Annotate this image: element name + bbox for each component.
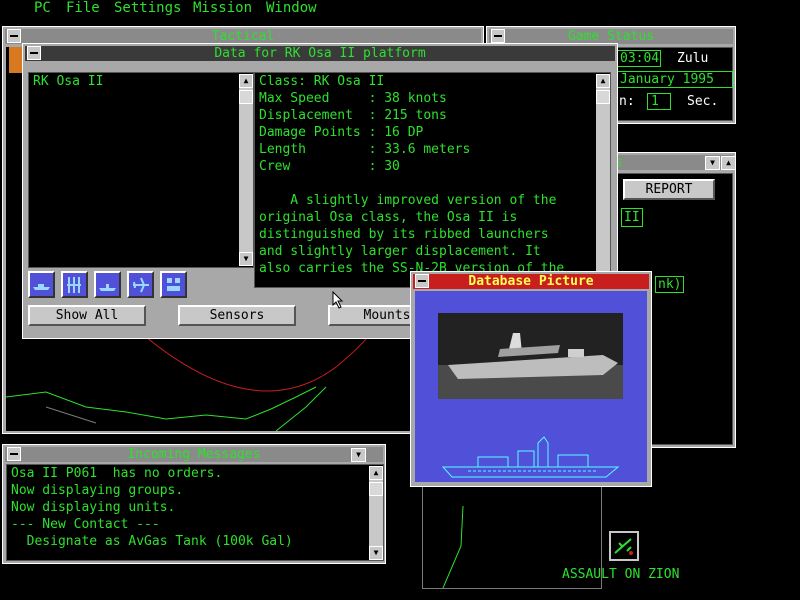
facility-icon[interactable] <box>160 271 187 298</box>
messages-scrollbar[interactable]: ▲ ▼ <box>369 466 383 560</box>
show-all-button[interactable]: Show All <box>28 305 146 326</box>
compression-label: n: <box>619 94 635 109</box>
report-button[interactable]: REPORT <box>623 179 715 200</box>
ship-photo <box>438 313 623 399</box>
menu-file[interactable]: File <box>66 0 100 17</box>
surface-ship-icon[interactable] <box>28 271 55 298</box>
database-picture-window: Database Picture <box>410 271 652 487</box>
messages-list: Osa II P061 has no orders. Now displayin… <box>11 465 293 550</box>
aircraft-icon[interactable] <box>127 271 154 298</box>
picture-panel <box>415 291 647 482</box>
menu-pc[interactable]: PC <box>34 0 51 17</box>
detail-length: Length : 33.6 meters <box>259 142 471 157</box>
incoming-messages-title: Incoming Messages <box>5 447 383 462</box>
unit-status-maximize-icon[interactable]: ▲ <box>721 156 736 170</box>
scroll-thumb[interactable] <box>369 482 383 496</box>
description-line: distinguished by its ribbed launchers <box>259 227 549 242</box>
compression-unit: Sec. <box>687 94 719 109</box>
detail-crew: Crew : 30 <box>259 159 400 174</box>
unit-status-line-2: nk) <box>655 276 685 293</box>
unit-status-line-1: II <box>621 208 643 227</box>
detail-max-speed: Max Speed : 38 knots <box>259 91 447 106</box>
messages-dropdown-icon[interactable]: ▼ <box>351 448 366 462</box>
ship-silhouette-drawing <box>441 436 620 478</box>
platform-list-scrollbar[interactable]: ▲ ▼ <box>239 74 253 266</box>
detail-damage-points: Damage Points : 16 DP <box>259 125 424 140</box>
mouse-cursor-icon <box>332 291 344 309</box>
ship-silhouette <box>438 431 623 481</box>
detail-spacer <box>259 175 593 192</box>
platform-list-item[interactable]: RK Osa II <box>33 73 103 90</box>
messages-system-button[interactable] <box>7 447 21 461</box>
message-line: Now displaying groups. <box>11 483 184 498</box>
platform-details-pane: Class: RK Osa II Max Speed : 38 knots Di… <box>254 72 611 288</box>
game-status-title: Game Status <box>489 29 733 44</box>
sensors-button[interactable]: Sensors <box>178 305 296 326</box>
mission-title: ASSAULT ON ZION <box>562 567 680 582</box>
mission-icon[interactable] <box>609 531 639 561</box>
mission-icon-drawing <box>614 538 633 555</box>
description-line: original Osa class, the Osa II is <box>259 210 518 225</box>
description-line: A slightly improved version of the <box>259 193 557 208</box>
tactical-system-button[interactable] <box>7 29 21 43</box>
platform-data-title: Data for RK Osa II platform <box>25 46 615 61</box>
scroll-thumb[interactable] <box>239 90 253 104</box>
platform-details-scrollbar[interactable]: ▲ ▼ <box>596 74 610 286</box>
weapons-icon[interactable] <box>61 271 88 298</box>
menu-mission[interactable]: Mission <box>193 0 252 17</box>
scroll-thumb[interactable] <box>596 90 610 104</box>
database-picture-title: Database Picture <box>413 274 649 289</box>
scroll-up-icon[interactable]: ▲ <box>596 74 610 88</box>
platform-list-pane: RK Osa II ▲ ▼ <box>28 72 254 268</box>
menu-settings[interactable]: Settings <box>114 0 181 17</box>
message-line: Osa II P061 has no orders. <box>11 466 223 481</box>
scroll-down-icon[interactable]: ▼ <box>239 252 253 266</box>
game-time: 03:04 <box>617 50 661 67</box>
ship-photo-drawing <box>438 313 623 399</box>
time-zone: Zulu <box>677 51 709 66</box>
scroll-down-icon[interactable]: ▼ <box>369 546 383 560</box>
message-line: Now displaying units. <box>11 500 176 515</box>
scroll-up-icon[interactable]: ▲ <box>369 466 383 480</box>
platform-details-text: Class: RK Osa II Max Speed : 38 knots Di… <box>259 73 593 287</box>
submarine-icon[interactable] <box>94 271 121 298</box>
unit-marker-icon[interactable] <box>9 47 23 73</box>
menu-bar: PC File Settings Mission Window <box>0 0 800 18</box>
scroll-up-icon[interactable]: ▲ <box>239 74 253 88</box>
tactical-title: Tactical <box>5 29 481 44</box>
time-compression-input[interactable]: 1 <box>647 93 671 110</box>
detail-displacement: Displacement : 215 tons <box>259 108 447 123</box>
platform-system-button[interactable] <box>27 46 41 60</box>
menu-window[interactable]: Window <box>266 0 317 17</box>
message-line: Designate as AvGas Tank (100k Gal) <box>11 534 293 549</box>
messages-pane: Osa II P061 has no orders. Now displayin… <box>6 464 384 561</box>
picture-system-button[interactable] <box>415 274 429 288</box>
game-status-system-button[interactable] <box>491 29 505 43</box>
description-line: and slightly larger displacement. It <box>259 244 541 259</box>
detail-class: Class: RK Osa II <box>259 74 385 89</box>
game-date: January 1995 <box>617 71 733 88</box>
platform-list: RK Osa II <box>33 73 103 90</box>
incoming-messages-window: Incoming Messages ▼ Osa II P061 has no o… <box>2 444 386 564</box>
unit-status-dropdown-icon[interactable]: ▼ <box>705 156 720 170</box>
message-line: --- New Contact --- <box>11 517 160 532</box>
